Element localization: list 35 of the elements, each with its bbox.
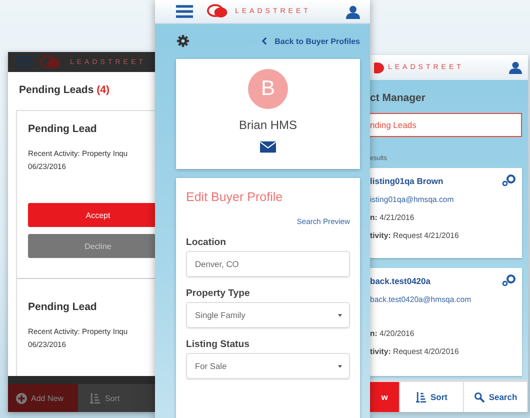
speech-bubbles-icon <box>40 54 62 70</box>
speech-bubbles-icon <box>207 4 229 19</box>
section-title: Pending Leads (4) <box>19 84 110 96</box>
location-input[interactable]: Denver, CO <box>186 251 350 277</box>
sort-icon <box>90 392 101 404</box>
page-title: ct Manager <box>370 92 426 104</box>
add-button[interactable]: w <box>370 382 400 412</box>
lead-heading: Pending Lead <box>28 301 98 313</box>
field-label: Property Type <box>186 288 251 299</box>
caret-icon <box>338 314 342 316</box>
lead-heading: Pending Lead <box>28 123 98 135</box>
menu-icon[interactable] <box>176 5 193 18</box>
field-label: Listing Status <box>186 339 250 350</box>
profile-name: Brian HMS <box>238 118 297 132</box>
sort-icon <box>416 392 426 402</box>
user-icon[interactable] <box>346 4 360 18</box>
speech-bubble-icon <box>374 62 384 74</box>
caret-icon <box>338 364 342 368</box>
settings-icon[interactable] <box>177 35 189 47</box>
field-label: Location <box>186 237 227 248</box>
user-icon[interactable] <box>509 61 522 74</box>
dropdown[interactable]: Single Family <box>186 302 350 328</box>
plus-circle-icon <box>16 392 27 404</box>
avatar: B <box>248 69 288 109</box>
add-button[interactable]: Add New <box>8 384 78 412</box>
contact-name: listing01qa Brown <box>370 176 444 186</box>
chevron-left-icon <box>262 37 267 45</box>
back-link[interactable]: Back to Buyer Profiles <box>262 36 360 46</box>
filter-dropdown[interactable]: nding Leads <box>370 113 522 137</box>
search-icon <box>474 392 485 402</box>
envelope-icon[interactable] <box>260 141 276 153</box>
form-title: Edit Buyer Profile <box>186 190 284 204</box>
contact-name: back.test0420a <box>370 276 430 286</box>
dropdown[interactable]: For Sale <box>186 353 350 379</box>
accept-button[interactable]: Accept <box>28 203 155 227</box>
